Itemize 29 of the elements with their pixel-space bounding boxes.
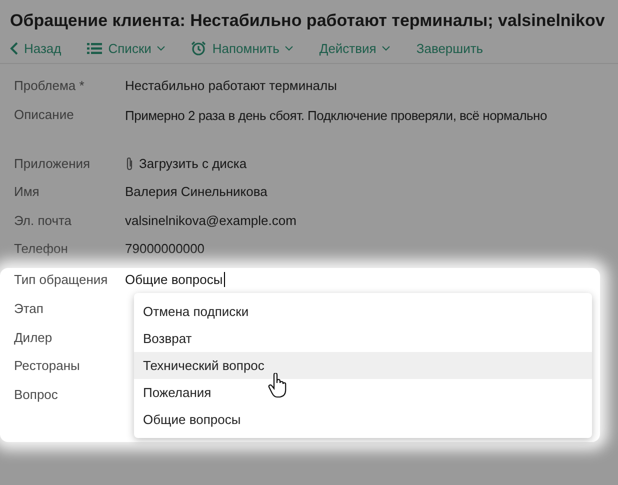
- field-value: Примерно 2 раза в день сбоят. Подключение проверяли, всё нормально: [125, 106, 547, 125]
- hand-cursor-icon: [268, 372, 288, 399]
- dropdown-option[interactable]: Возврат: [134, 324, 592, 352]
- input-field[interactable]: Общие вопросы: [125, 270, 225, 290]
- field-label: Тип обращения: [13, 270, 109, 289]
- field-value: 79000000000: [125, 240, 205, 258]
- field-value: valsinelnikova@example.com: [125, 212, 296, 230]
- field-label: Имя: [13, 183, 40, 202]
- field-value: Валерия Синельникова: [125, 183, 268, 202]
- dropdown-option[interactable]: Пожелания: [134, 378, 592, 406]
- page-title: Обращение клиента: Нестабильно работают терминалы; valsinelnikov: [9, 10, 606, 32]
- field-label: Эл. почта: [13, 212, 73, 230]
- dropdown-option[interactable]: Технический вопрос: [134, 352, 592, 379]
- field-label: Телефон: [13, 240, 69, 258]
- paperclip-icon: [125, 156, 134, 171]
- field-label: Рестораны: [13, 357, 81, 376]
- field-label: Проблема *: [13, 77, 86, 95]
- list-icon: [87, 43, 102, 54]
- dropdown-option[interactable]: Отмена подписки: [134, 298, 592, 325]
- field-label: Описание: [13, 106, 75, 124]
- alarm-clock-icon: [191, 41, 206, 56]
- back-chevron-icon: [10, 42, 18, 55]
- field-label: Приложения: [13, 154, 92, 173]
- field-label: Дилер: [13, 328, 54, 347]
- upload-link[interactable]: Загрузить с диска: [125, 154, 247, 174]
- field-label: Этап: [13, 300, 44, 318]
- field-label: Вопрос: [13, 386, 59, 404]
- field-value: Нестабильно работают терминалы: [125, 77, 337, 95]
- dropdown-option[interactable]: Общие вопросы: [134, 406, 592, 433]
